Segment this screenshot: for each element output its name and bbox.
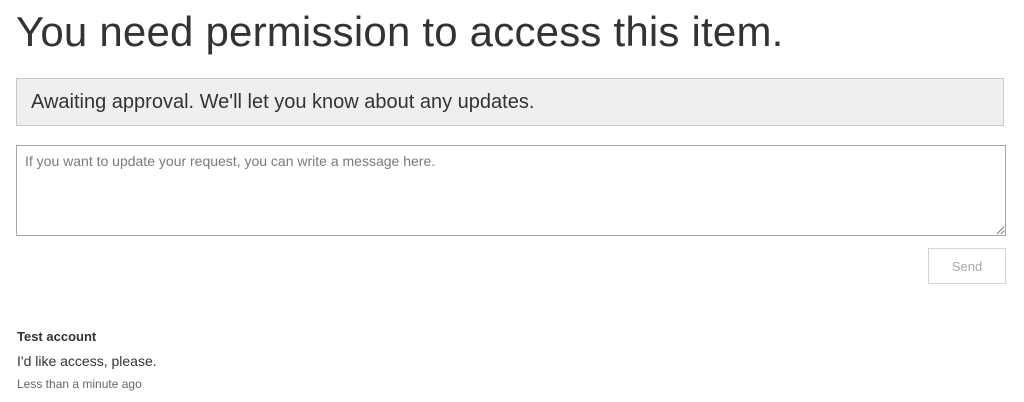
message-input[interactable] [16, 145, 1006, 236]
status-banner: Awaiting approval. We'll let you know ab… [16, 78, 1004, 126]
page-title: You need permission to access this item. [16, 8, 784, 55]
comment-timestamp: Less than a minute ago [17, 377, 142, 391]
access-request-page: You need permission to access this item.… [0, 0, 1024, 402]
status-text: Awaiting approval. We'll let you know ab… [31, 90, 535, 113]
request-comment: Test account I'd like access, please. Le… [17, 328, 157, 392]
comment-author: Test account [17, 329, 97, 344]
send-button[interactable]: Send [928, 248, 1006, 284]
comment-body: I'd like access, please. [17, 353, 157, 369]
